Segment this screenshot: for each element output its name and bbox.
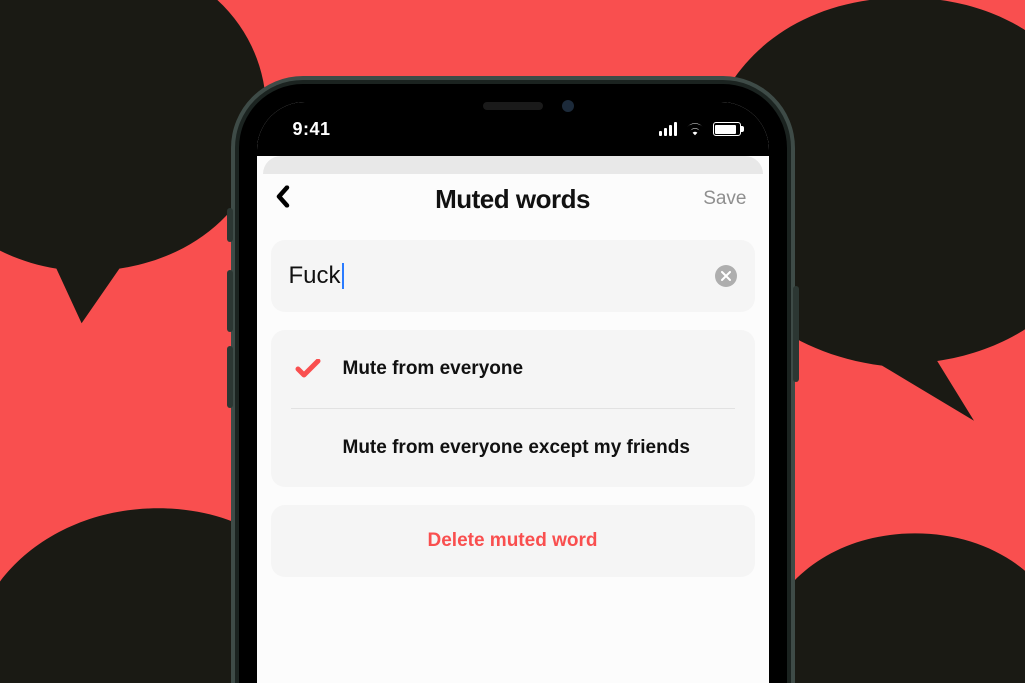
side-button <box>227 270 233 332</box>
sheet-edge <box>263 156 763 174</box>
phone-notch <box>394 84 632 124</box>
side-button <box>793 286 799 382</box>
phone-screen: 9:41 Muted words Save Fuck <box>257 102 769 683</box>
close-icon <box>721 271 731 281</box>
checkmark-icon <box>295 359 321 379</box>
check-slot <box>295 359 321 379</box>
input-value: Fuck <box>289 262 341 290</box>
muted-word-input[interactable]: Fuck <box>289 262 703 290</box>
status-time: 9:41 <box>293 119 331 140</box>
phone-frame: 9:41 Muted words Save Fuck <box>239 84 787 683</box>
battery-icon <box>713 122 741 136</box>
back-button[interactable] <box>275 186 291 213</box>
option-label: Mute from everyone <box>343 358 524 380</box>
cellular-icon <box>659 122 677 136</box>
option-mute-everyone[interactable]: Mute from everyone <box>271 330 755 408</box>
status-icons <box>659 122 741 136</box>
chevron-left-icon <box>275 186 291 208</box>
side-button <box>227 208 233 242</box>
mute-scope-options: Mute from everyone Mute from everyone ex… <box>271 330 755 487</box>
wifi-icon <box>685 122 705 136</box>
page-title: Muted words <box>435 184 590 215</box>
delete-muted-word-button[interactable]: Delete muted word <box>271 505 755 577</box>
option-label: Mute from everyone except my friends <box>343 437 690 459</box>
muted-word-input-card: Fuck <box>271 240 755 312</box>
text-caret <box>342 263 344 289</box>
nav-header: Muted words Save <box>257 174 769 224</box>
option-mute-except-friends[interactable]: Mute from everyone except my friends <box>271 409 755 487</box>
delete-label: Delete muted word <box>428 530 598 552</box>
side-button <box>227 346 233 408</box>
stage: 9:41 Muted words Save Fuck <box>0 0 1025 683</box>
clear-input-button[interactable] <box>715 265 737 287</box>
save-button[interactable]: Save <box>703 188 746 210</box>
content: Fuck Mute from everyone <box>257 224 769 577</box>
